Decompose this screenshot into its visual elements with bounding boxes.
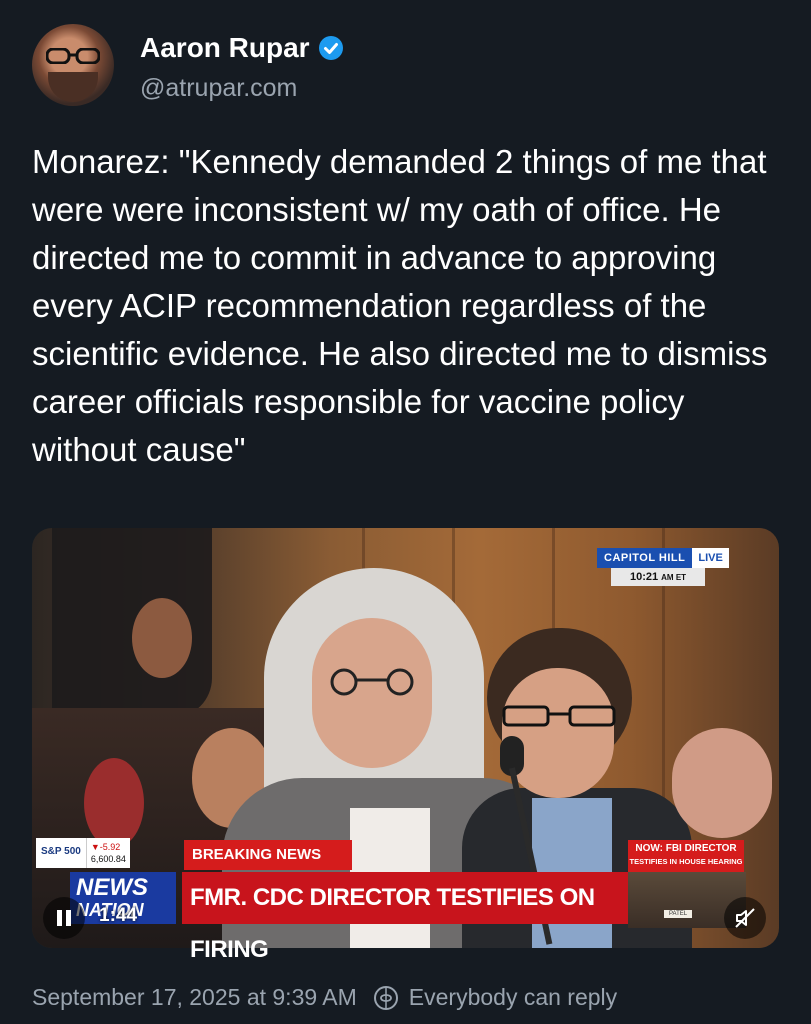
broadcast-time: 10:21 AM ET [611,568,705,586]
chyron-headline: FMR. CDC DIRECTOR TESTIFIES ON FIRING [182,872,628,963]
inset-nameplate: PATEL [664,910,693,918]
now-line-1: NOW: FBI DIRECTOR [635,843,737,854]
stock-ticker: S&P 500 ▼-5.92 6,600.84 [36,838,130,868]
ticker-label: S&P 500 [36,838,86,868]
post-timestamp[interactable]: September 17, 2025 at 9:39 AM [32,984,357,1011]
location-label: CAPITOL HILL [597,548,693,568]
pause-icon [57,910,71,926]
muted-speaker-icon [735,908,755,928]
reply-setting[interactable]: Everybody can reply [409,984,617,1011]
network-logo-line-1: NEWS [76,874,148,901]
breaking-news-label: BREAKING NEWS [184,840,352,870]
verified-badge-icon [318,36,343,60]
avatar-beard [48,72,98,102]
live-label: LIVE [692,548,729,568]
now-banner: NOW: FBI DIRECTOR TESTIFIES IN HOUSE HEA… [628,840,744,872]
cameraman-face [132,598,192,678]
post-text: Monarez: "Kennedy demanded 2 things of m… [32,143,768,468]
post-header: Aaron Rupar @atrupar.com [32,24,792,114]
video-timecode: 1:44 [99,905,138,926]
pause-button[interactable] [43,897,85,939]
unmute-button[interactable] [724,897,766,939]
location-bug: CAPITOL HILL LIVE 10:21 AM ET [597,548,729,586]
author-name-row: Aaron Rupar [140,32,344,64]
witness-glasses-icon [330,668,414,696]
audience-hair [84,758,144,848]
ticker-change: ▼-5.92 [90,842,121,852]
author-avatar[interactable] [32,24,114,106]
avatar-glasses-icon [46,48,100,64]
ticker-value: 6,600.84 [90,854,126,864]
staffer-face [502,668,614,798]
ticker-values: ▼-5.92 6,600.84 [85,838,130,868]
globe-reply-icon [373,985,398,1010]
audience-bald-head [672,728,772,838]
post-footer: September 17, 2025 at 9:39 AM Everybody … [32,984,617,1011]
broadcast-time-value: 10:21 [629,571,659,583]
author-handle[interactable]: @atrupar.com [140,74,297,103]
broadcast-time-suffix: AM ET [661,573,687,582]
staffer-glasses-icon [502,705,616,727]
author-name[interactable]: Aaron Rupar [140,32,310,64]
now-line-2: TESTIFIES IN HOUSE HEARING [629,857,743,866]
